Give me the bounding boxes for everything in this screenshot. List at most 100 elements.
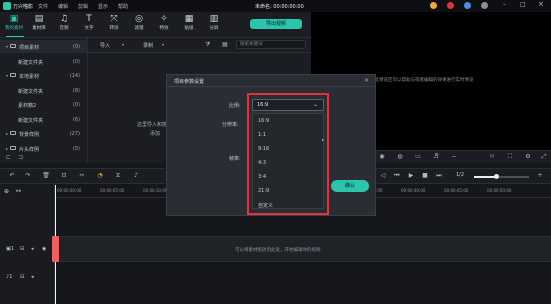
tab-filter[interactable]: ◎ 滤镜 [128, 14, 150, 36]
confirm-button[interactable]: 确认 [331, 180, 369, 192]
chevron-down-icon: ▾ [122, 42, 125, 47]
crop-icon[interactable]: ⊡ [60, 172, 68, 180]
search-input[interactable]: 搜索关键词 [236, 40, 306, 49]
sidebar-item-label: 片头样例 [19, 146, 40, 153]
splitscreen-icon: ▥ [209, 14, 219, 24]
menu-clip[interactable]: 剪辑 [78, 3, 88, 10]
tab-music[interactable]: ♫ 音频 [53, 14, 75, 36]
playhead-handle[interactable] [52, 236, 59, 262]
mute-icon[interactable]: ◂ [31, 274, 34, 280]
transition-icon: ⤧ [110, 14, 118, 24]
filter-icon[interactable]: ⧩ [205, 41, 210, 49]
snapshot-icon[interactable]: ⌑ [488, 153, 496, 161]
tab-effects[interactable]: ✧ 特效 [153, 14, 175, 36]
caret-icon[interactable]: ▸ [6, 131, 8, 136]
tab-transition[interactable]: ⤧ 转场 [103, 14, 125, 36]
divider [88, 52, 311, 53]
tab-media[interactable]: ▣ 我的素材 [3, 14, 25, 36]
sticker-icon: ▦ [184, 14, 194, 24]
close-window-icon[interactable]: × [538, 0, 544, 8]
sidebar-item[interactable]: 新建文件夹 (0) [0, 55, 88, 68]
download-icon[interactable] [464, 2, 471, 9]
caret-icon[interactable]: ▸ [6, 146, 8, 151]
menu-file[interactable]: 文件 [38, 3, 48, 10]
sidebar-item-count: (6) [72, 116, 80, 123]
tab-library[interactable]: ▤ 素材库 [28, 14, 50, 36]
expand-icon[interactable]: ⤢ [540, 153, 548, 161]
menu-help[interactable]: 帮助 [118, 3, 128, 10]
camera-icon[interactable]: ◉ [378, 153, 386, 161]
notification-icon[interactable] [447, 2, 454, 9]
sidebar-item[interactable]: 新建文件夹 (8) [0, 84, 88, 97]
lock-icon[interactable]: ⊟ [20, 274, 24, 280]
media-icon: ▣ [9, 14, 19, 24]
tab-label: 转场 [109, 26, 119, 31]
sidebar-item-label: 新建文件夹 [18, 117, 44, 124]
mic-icon[interactable]: ◍ [396, 153, 404, 161]
delete-icon[interactable]: 🗑 [42, 172, 50, 180]
settings-icon[interactable]: ⚙ [524, 153, 532, 161]
stop-icon[interactable]: ■ [421, 172, 429, 180]
account-icon[interactable] [481, 2, 488, 9]
speed-icon[interactable]: ◔ [96, 172, 104, 180]
close-icon[interactable]: × [364, 77, 369, 84]
minimize-icon[interactable]: – [503, 1, 506, 8]
effects-icon: ✧ [160, 14, 168, 24]
zoom-slider-fill [474, 176, 496, 178]
maximize-icon[interactable]: □ [520, 1, 526, 8]
sidebar-item-label: 新建文件夹 [18, 88, 44, 95]
sidebar-item[interactable]: 素材籍2 (0) [0, 98, 88, 111]
tab-label: 文字 [84, 26, 94, 31]
caret-icon[interactable]: ▾ [6, 44, 8, 49]
playback-rewind-icon[interactable]: ◁ [379, 172, 387, 180]
folder-icon [10, 73, 16, 77]
text-icon: T [86, 14, 92, 24]
ruler-tick-label: 00:00:50:00 [487, 188, 512, 193]
app-name: 万兴喵影 [13, 4, 34, 10]
step-forward-icon[interactable]: ⏭ [435, 172, 443, 180]
eye-icon[interactable]: ◉ [42, 246, 46, 252]
sidebar-item[interactable]: 新建文件夹 (6) [0, 113, 88, 126]
sidebar-item-label: 素材籍2 [18, 103, 37, 109]
ruler-tick-label: 00:00:05:00 [100, 188, 125, 193]
sidebar-item-count: (0) [72, 102, 80, 108]
menu-view[interactable]: 显示 [98, 3, 108, 10]
link-icon[interactable]: ⚯ [16, 188, 21, 195]
plus-icon[interactable]: + [536, 172, 544, 180]
export-video-button[interactable]: 导出视频 [250, 19, 302, 29]
tab-splitscreen[interactable]: ▥ 分屏 [203, 14, 225, 36]
minus-icon[interactable]: − [450, 153, 458, 161]
tab-text[interactable]: T 文字 [78, 14, 100, 36]
zoom-slider-handle[interactable] [494, 174, 499, 179]
caption-icon[interactable]: ▭ [414, 153, 422, 161]
record-dropdown[interactable]: 录制 [143, 42, 153, 49]
sidebar-item[interactable]: ▾ 本地素材 (14) [0, 69, 88, 82]
menu-edit[interactable]: 编辑 [58, 3, 68, 10]
tab-sticker[interactable]: ▦ 贴纸 [178, 14, 200, 36]
sidebar-item[interactable]: ▸ 片头样例 (5) [0, 142, 88, 155]
premium-icon[interactable] [430, 2, 437, 9]
folder-icon [10, 44, 16, 48]
fullscreen-icon[interactable]: ⛶ [506, 153, 514, 161]
sidebar-item[interactable]: ▾ 项目素材 (0) [0, 40, 88, 53]
mute-icon[interactable]: ◂ [31, 246, 34, 252]
tab-label: 滤镜 [134, 26, 144, 31]
freeze-icon[interactable]: ⧖ [114, 172, 122, 180]
new-folder-icon[interactable]: ⊏ [6, 154, 11, 161]
sidebar-item-label: 项目素材 [19, 45, 40, 51]
caret-icon[interactable]: ▾ [6, 73, 8, 78]
volume-icon[interactable]: ♬ [432, 153, 440, 161]
play-icon[interactable]: ▶ [407, 172, 415, 180]
redo-icon[interactable]: ↷ [24, 172, 32, 180]
sidebar-item[interactable]: ▸ 背景样例 (27) [0, 127, 88, 140]
audio-detach-icon[interactable]: ♪ [132, 172, 140, 180]
undo-icon[interactable]: ↶ [8, 172, 16, 180]
add-track-icon[interactable]: ⊕ [4, 188, 9, 195]
track-headers [0, 185, 55, 304]
import-dropdown[interactable]: 导入 [100, 42, 110, 49]
split-icon[interactable]: ✂ [78, 172, 86, 180]
step-back-icon[interactable]: ⏮ [393, 172, 401, 180]
grid-view-icon[interactable]: ▦ [222, 41, 228, 48]
lock-icon[interactable]: ⊟ [20, 246, 24, 252]
folder-options-icon[interactable]: ⊐ [18, 154, 23, 161]
